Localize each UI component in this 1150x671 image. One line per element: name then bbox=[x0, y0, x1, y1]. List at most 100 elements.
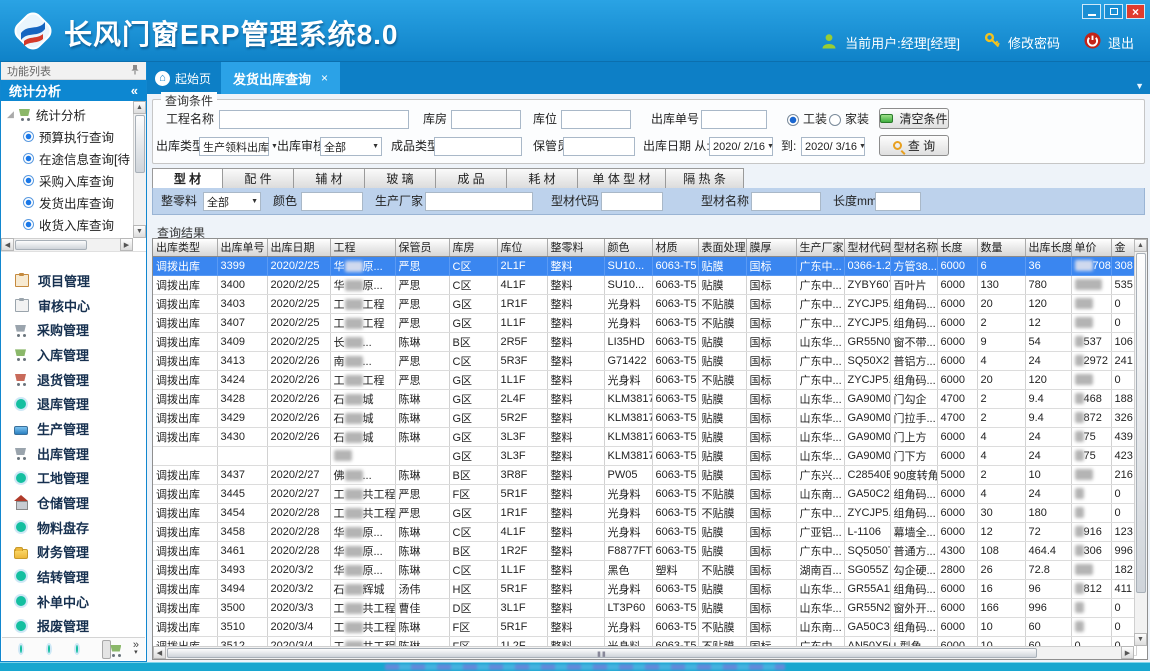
column-header[interactable]: 型材代码 bbox=[844, 239, 890, 256]
tree-item[interactable]: 预算执行查询 bbox=[1, 125, 133, 147]
grid-scroll-up-icon[interactable]: ▲ bbox=[1134, 239, 1147, 252]
radio-home[interactable]: 家装 bbox=[829, 110, 869, 129]
sidebar-item-14[interactable]: 报废管理 bbox=[2, 613, 145, 638]
sidebar-item-2[interactable]: 采购管理 bbox=[2, 317, 145, 342]
sidebar-item-9[interactable]: 仓储管理 bbox=[2, 490, 145, 515]
sidebar-item-0[interactable]: 项目管理 bbox=[2, 268, 145, 293]
sidebar-item-1[interactable]: 审核中心 bbox=[2, 293, 145, 318]
sidebar-item-11[interactable]: 财务管理 bbox=[2, 539, 145, 564]
material-tab-单体型材[interactable]: 单 体 型 材 bbox=[578, 168, 666, 189]
table-row[interactable]: 调拨出库34932020/3/2华原...陈琳C区1L1F整料黑色塑料不贴膜国标… bbox=[153, 560, 1136, 579]
table-row[interactable]: 调拨出库34292020/2/26石城陈琳G区5R2F整料KLM38176063… bbox=[153, 408, 1136, 427]
change-password-link[interactable]: 修改密码 bbox=[1008, 33, 1060, 52]
quick-icon-2[interactable] bbox=[46, 643, 52, 655]
table-row[interactable]: 调拨出库34242020/2/26工工程严思G区1L1F整料光身料6063-T5… bbox=[153, 370, 1136, 389]
column-header[interactable]: 出库日期 bbox=[267, 239, 330, 256]
sidebar-item-6[interactable]: 生产管理 bbox=[2, 416, 145, 441]
grid-vertical-scrollbar[interactable]: ▲ ▼ bbox=[1134, 239, 1147, 646]
tab-shipping-outbound-query[interactable]: 发货出库查询 × bbox=[221, 62, 340, 94]
logout-link[interactable]: 退出 bbox=[1108, 33, 1134, 52]
project-name-input[interactable] bbox=[219, 110, 409, 129]
table-row[interactable]: 调拨出库34542020/2/28工共工程严思G区1R1F整料光身料6063-T… bbox=[153, 503, 1136, 522]
sidebar-item-7[interactable]: 出库管理 bbox=[2, 441, 145, 466]
close-button[interactable]: × bbox=[1126, 4, 1145, 19]
tree-expand-icon[interactable]: ◢ bbox=[7, 109, 14, 120]
length-input[interactable] bbox=[875, 192, 921, 211]
cart-quick-button[interactable] bbox=[102, 640, 110, 659]
outbound-audit-select[interactable]: 全部▼ bbox=[320, 137, 382, 156]
column-header[interactable]: 出库类型 bbox=[153, 239, 217, 256]
table-row[interactable]: 调拨出库35102020/3/4工共工程陈琳F区5R1F整料光身料6063-T5… bbox=[153, 617, 1136, 636]
material-tab-耗材[interactable]: 耗 材 bbox=[507, 168, 578, 189]
tree-item[interactable]: 在途信息查询[待 bbox=[1, 147, 133, 169]
column-header[interactable]: 数量 bbox=[977, 239, 1025, 256]
product-type-input[interactable] bbox=[434, 137, 522, 156]
table-row[interactable]: 调拨出库34132020/2/26南...严思C区5R3F整料G71422606… bbox=[153, 351, 1136, 370]
whole-part-select[interactable]: 全部▼ bbox=[203, 192, 261, 211]
table-row[interactable]: 调拨出库33992020/2/25华原...严思C区2L1F整料SU10...6… bbox=[153, 256, 1136, 275]
material-tab-型材[interactable]: 型 材 bbox=[152, 168, 223, 189]
sidebar-item-10[interactable]: 物料盘存 bbox=[2, 515, 145, 540]
date-from-picker[interactable]: 2020/ 2/16▼ bbox=[709, 137, 773, 156]
tree-item[interactable]: 发货出库查询 bbox=[1, 191, 133, 213]
material-tab-隔热条[interactable]: 隔 热 条 bbox=[666, 168, 744, 189]
column-header[interactable]: 库位 bbox=[497, 239, 547, 256]
material-tab-玻璃[interactable]: 玻 璃 bbox=[365, 168, 436, 189]
minimize-button[interactable] bbox=[1082, 4, 1101, 19]
tree-horizontal-scrollbar[interactable]: ◀ ▶ bbox=[1, 238, 133, 251]
table-row[interactable]: 调拨出库34092020/2/25长...陈琳B区2R5F整料LI35HD606… bbox=[153, 332, 1136, 351]
sidebar-item-3[interactable]: 入库管理 bbox=[2, 342, 145, 367]
material-tab-辅材[interactable]: 辅 材 bbox=[294, 168, 365, 189]
column-header[interactable]: 单价 bbox=[1071, 239, 1111, 256]
grid-scroll-right-icon[interactable]: ▶ bbox=[1121, 646, 1134, 659]
table-row[interactable]: 调拨出库34002020/2/25华原...严思C区4L1F整料SU10...6… bbox=[153, 275, 1136, 294]
radio-industrial[interactable]: 工装 bbox=[787, 110, 827, 129]
column-header[interactable]: 生产厂家 bbox=[796, 239, 844, 256]
table-row[interactable]: 调拨出库34302020/2/26石城陈琳G区3L3F整料KLM38176063… bbox=[153, 427, 1136, 446]
grid-scroll-down-icon[interactable]: ▼ bbox=[1134, 633, 1147, 646]
sidebar-item-12[interactable]: 结转管理 bbox=[2, 564, 145, 589]
tree-scroll-right-icon[interactable]: ▶ bbox=[120, 238, 133, 251]
pin-icon[interactable] bbox=[130, 64, 140, 78]
table-row[interactable]: 调拨出库34282020/2/26石城陈琳G区2L4F整料KLM38176063… bbox=[153, 389, 1136, 408]
profile-code-input[interactable] bbox=[601, 192, 663, 211]
column-header[interactable]: 型材名称 bbox=[890, 239, 937, 256]
tree-vertical-scrollbar[interactable]: ▲ ▼ bbox=[133, 101, 146, 238]
maximize-button[interactable] bbox=[1104, 4, 1123, 19]
clear-conditions-button[interactable]: 清空条件 bbox=[879, 108, 949, 129]
date-to-picker[interactable]: 2020/ 3/16▼ bbox=[801, 137, 865, 156]
tree-root-node[interactable]: ◢统计分析 bbox=[1, 103, 133, 125]
table-row[interactable]: 调拨出库34032020/2/25工工程严思G区1R1F整料光身料6063-T5… bbox=[153, 294, 1136, 313]
overflow-chevron[interactable]: »▾ bbox=[133, 641, 139, 657]
manufacturer-input[interactable] bbox=[425, 192, 533, 211]
tree-item[interactable]: 采购入库查询 bbox=[1, 169, 133, 191]
tab-close-icon[interactable]: × bbox=[321, 71, 328, 85]
tree-vscroll-thumb[interactable] bbox=[135, 115, 145, 173]
column-header[interactable]: 整零料 bbox=[547, 239, 604, 256]
table-row[interactable]: 调拨出库34942020/3/2石辉城汤伟H区5R1F整料光身料6063-T5贴… bbox=[153, 579, 1136, 598]
grid-vscroll-thumb[interactable] bbox=[1136, 253, 1146, 593]
column-header[interactable]: 表面处理 bbox=[698, 239, 746, 256]
table-row[interactable]: 调拨出库34612020/2/28华原...陈琳B区1R2F整料F8877FT6… bbox=[153, 541, 1136, 560]
keeper-input[interactable] bbox=[563, 137, 635, 156]
table-row[interactable]: G区3L3F整料KLM38176063-T5贴膜国标山东华...GA90M09.… bbox=[153, 446, 1136, 465]
tree-scroll-up-icon[interactable]: ▲ bbox=[133, 101, 146, 114]
column-header[interactable]: 金 bbox=[1111, 239, 1136, 256]
tree-scroll-down-icon[interactable]: ▼ bbox=[133, 225, 146, 238]
sidebar-item-8[interactable]: 工地管理 bbox=[2, 465, 145, 490]
quick-icon-3[interactable] bbox=[74, 643, 80, 655]
column-header[interactable]: 颜色 bbox=[604, 239, 652, 256]
grid-scroll-left-icon[interactable]: ◀ bbox=[153, 646, 166, 659]
tab-home[interactable]: ⌂ 起始页 bbox=[147, 62, 221, 94]
color-input[interactable] bbox=[301, 192, 363, 211]
material-tab-配件[interactable]: 配 件 bbox=[223, 168, 294, 189]
tree-scroll-left-icon[interactable]: ◀ bbox=[1, 238, 14, 251]
profile-name-input[interactable] bbox=[751, 192, 821, 211]
warehouse-input[interactable] bbox=[451, 110, 521, 129]
column-header[interactable]: 膜厚 bbox=[746, 239, 796, 256]
table-row[interactable]: 调拨出库34582020/2/28华原...陈琳C区4L1F整料光身料6063-… bbox=[153, 522, 1136, 541]
grid-hscroll-thumb[interactable]: ▮▮ bbox=[167, 648, 1037, 658]
table-row[interactable]: 调拨出库35002020/3/3工共工程曹佳D区3L1F整料LT3P606063… bbox=[153, 598, 1136, 617]
column-header[interactable]: 出库单号 bbox=[217, 239, 267, 256]
outbound-type-select[interactable]: 生产领料出库▼ bbox=[199, 137, 269, 156]
